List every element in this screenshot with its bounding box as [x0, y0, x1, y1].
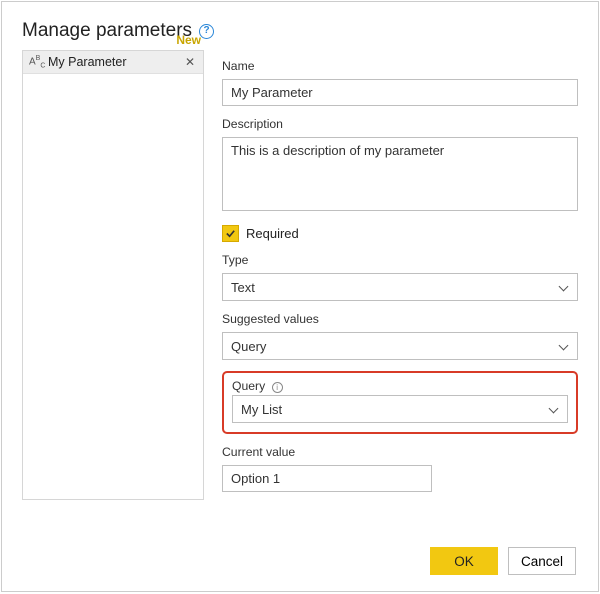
suggested-values-select[interactable]: Query: [222, 332, 578, 360]
name-label: Name: [222, 59, 578, 73]
help-icon[interactable]: ?: [199, 24, 214, 39]
required-label: Required: [246, 226, 299, 241]
ok-button[interactable]: OK: [430, 547, 498, 575]
parameter-list-item[interactable]: ABC My Parameter ✕: [23, 51, 203, 74]
info-icon[interactable]: i: [272, 382, 283, 393]
type-label: Type: [222, 253, 578, 267]
chevron-down-icon: [559, 341, 569, 351]
required-checkbox-row[interactable]: Required: [222, 225, 578, 242]
page-title: Manage parameters: [22, 20, 192, 42]
new-parameter-link[interactable]: New: [176, 33, 201, 47]
description-label: Description: [222, 117, 578, 131]
query-label: Query i: [232, 379, 568, 393]
current-value-input[interactable]: [222, 465, 432, 492]
type-value: Text: [231, 280, 255, 295]
name-input[interactable]: [222, 79, 578, 106]
query-select[interactable]: My List: [232, 395, 568, 423]
suggested-values-value: Query: [231, 339, 266, 354]
dialog-header: Manage parameters ?: [2, 2, 598, 50]
text-type-icon: ABC: [29, 55, 43, 69]
cancel-button[interactable]: Cancel: [508, 547, 576, 575]
parameter-form: Name Description Required Type Text Sugg…: [222, 50, 578, 500]
dialog-content: New ABC My Parameter ✕ Name Description …: [2, 50, 598, 500]
parameter-name-label: My Parameter: [48, 55, 178, 69]
parameter-list: New ABC My Parameter ✕: [22, 50, 204, 500]
query-label-text: Query: [232, 379, 265, 393]
chevron-down-icon: [559, 282, 569, 292]
query-value: My List: [241, 402, 282, 417]
current-value-label: Current value: [222, 445, 578, 459]
suggested-values-label: Suggested values: [222, 312, 578, 326]
dialog-window: Manage parameters ? New ABC My Parameter…: [1, 1, 599, 592]
description-input[interactable]: [222, 137, 578, 211]
checkmark-icon: [225, 228, 236, 239]
type-select[interactable]: Text: [222, 273, 578, 301]
chevron-down-icon: [549, 404, 559, 414]
query-highlight: Query i My List: [222, 371, 578, 434]
delete-parameter-icon[interactable]: ✕: [183, 55, 197, 69]
required-checkbox[interactable]: [222, 225, 239, 242]
dialog-footer: OK Cancel: [430, 547, 576, 575]
